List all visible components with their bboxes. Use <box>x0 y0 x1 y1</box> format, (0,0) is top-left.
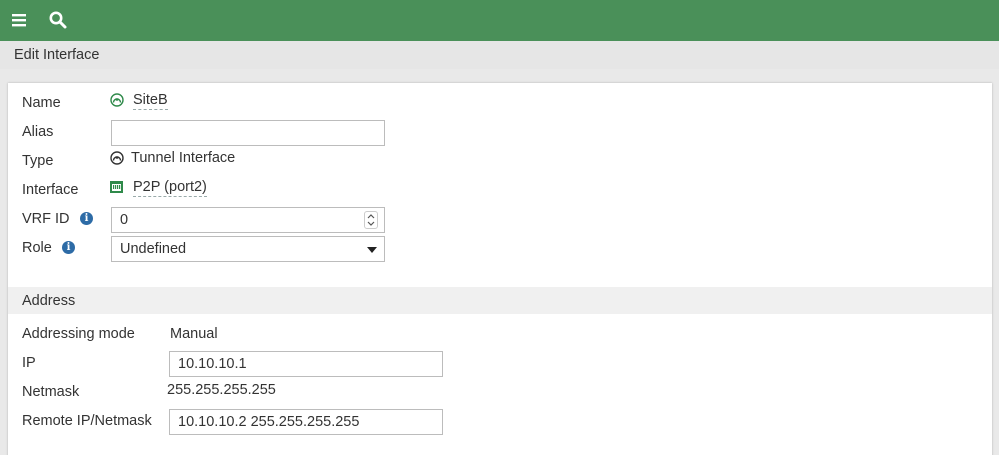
tunnel-type-icon <box>110 151 124 165</box>
search-icon[interactable] <box>48 10 68 30</box>
role-info-icon[interactable]: i <box>62 241 75 254</box>
address-section-header: Address <box>8 287 992 314</box>
interface-value[interactable]: P2P (port2) <box>133 179 207 197</box>
alias-label: Alias <box>22 124 54 140</box>
tunnel-interface-icon <box>110 93 124 107</box>
netmask-value: 255.255.255.255 <box>167 382 276 398</box>
addressing-mode-value: Manual <box>170 326 218 342</box>
chevron-down-icon <box>367 247 377 253</box>
vrf-id-value: 0 <box>120 212 129 228</box>
name-label: Name <box>22 95 61 111</box>
role-value: Undefined <box>120 241 187 257</box>
netmask-label: Netmask <box>22 384 80 400</box>
network-port-icon <box>109 179 125 195</box>
ip-input[interactable]: 10.10.10.1 <box>169 351 443 377</box>
role-label: Role <box>22 240 52 256</box>
alias-input[interactable] <box>111 120 385 146</box>
ip-label: IP <box>22 355 36 371</box>
vrf-id-input[interactable]: 0 <box>111 207 385 233</box>
page-header: Edit Interface <box>0 41 999 69</box>
address-section-title: Address <box>22 293 76 309</box>
vrf-id-label: VRF ID <box>22 211 70 227</box>
top-bar <box>0 0 999 41</box>
remote-ip-netmask-label: Remote IP/Netmask <box>22 413 152 429</box>
role-select[interactable]: Undefined <box>111 236 385 262</box>
type-label: Type <box>22 153 54 169</box>
hamburger-menu-icon[interactable] <box>10 10 30 30</box>
remote-ip-netmask-input[interactable]: 10.10.10.2 255.255.255.255 <box>169 409 443 435</box>
vrf-id-info-icon[interactable]: i <box>80 212 93 225</box>
number-spinner-icon[interactable] <box>364 211 378 229</box>
type-value: Tunnel Interface <box>131 150 236 166</box>
page-title: Edit Interface <box>14 47 100 63</box>
addressing-mode-label: Addressing mode <box>22 326 135 342</box>
interface-label: Interface <box>22 182 79 198</box>
name-value[interactable]: SiteB <box>133 92 168 110</box>
